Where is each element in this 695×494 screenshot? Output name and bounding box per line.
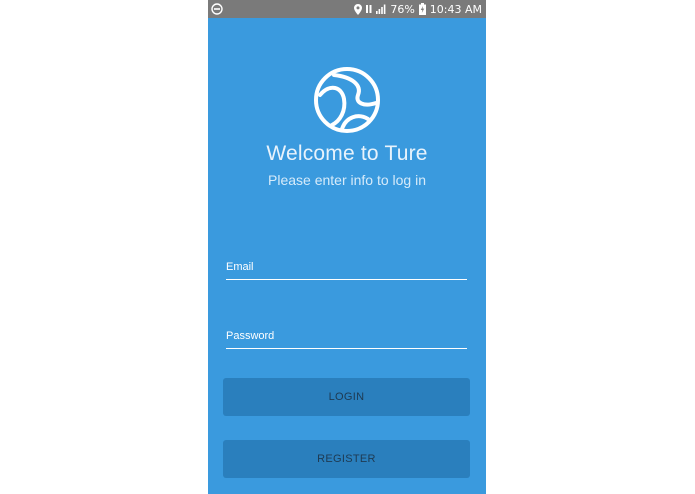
clock: 10:43 AM xyxy=(429,2,482,16)
login-button[interactable]: LOGIN xyxy=(223,378,470,416)
password-underline xyxy=(226,348,467,349)
location-icon xyxy=(354,3,363,15)
email-field[interactable]: Email xyxy=(226,261,471,282)
battery-percent: 76% xyxy=(390,2,415,16)
welcome-subtitle: Please enter info to log in xyxy=(268,172,426,188)
ture-logo xyxy=(312,65,382,135)
network-data-icon xyxy=(366,4,372,14)
welcome-title: Welcome to Ture xyxy=(266,142,428,165)
email-underline xyxy=(226,279,467,280)
status-bar: 76% 10:43 AM xyxy=(208,0,486,18)
do-not-disturb-icon xyxy=(211,3,223,15)
register-button[interactable]: REGISTER xyxy=(223,440,470,478)
password-field[interactable]: Password xyxy=(226,330,471,351)
signal-icon xyxy=(376,4,386,14)
login-screen: 76% 10:43 AM Welcome to Ture Please ente… xyxy=(208,0,486,494)
battery-charging-icon xyxy=(418,3,426,15)
